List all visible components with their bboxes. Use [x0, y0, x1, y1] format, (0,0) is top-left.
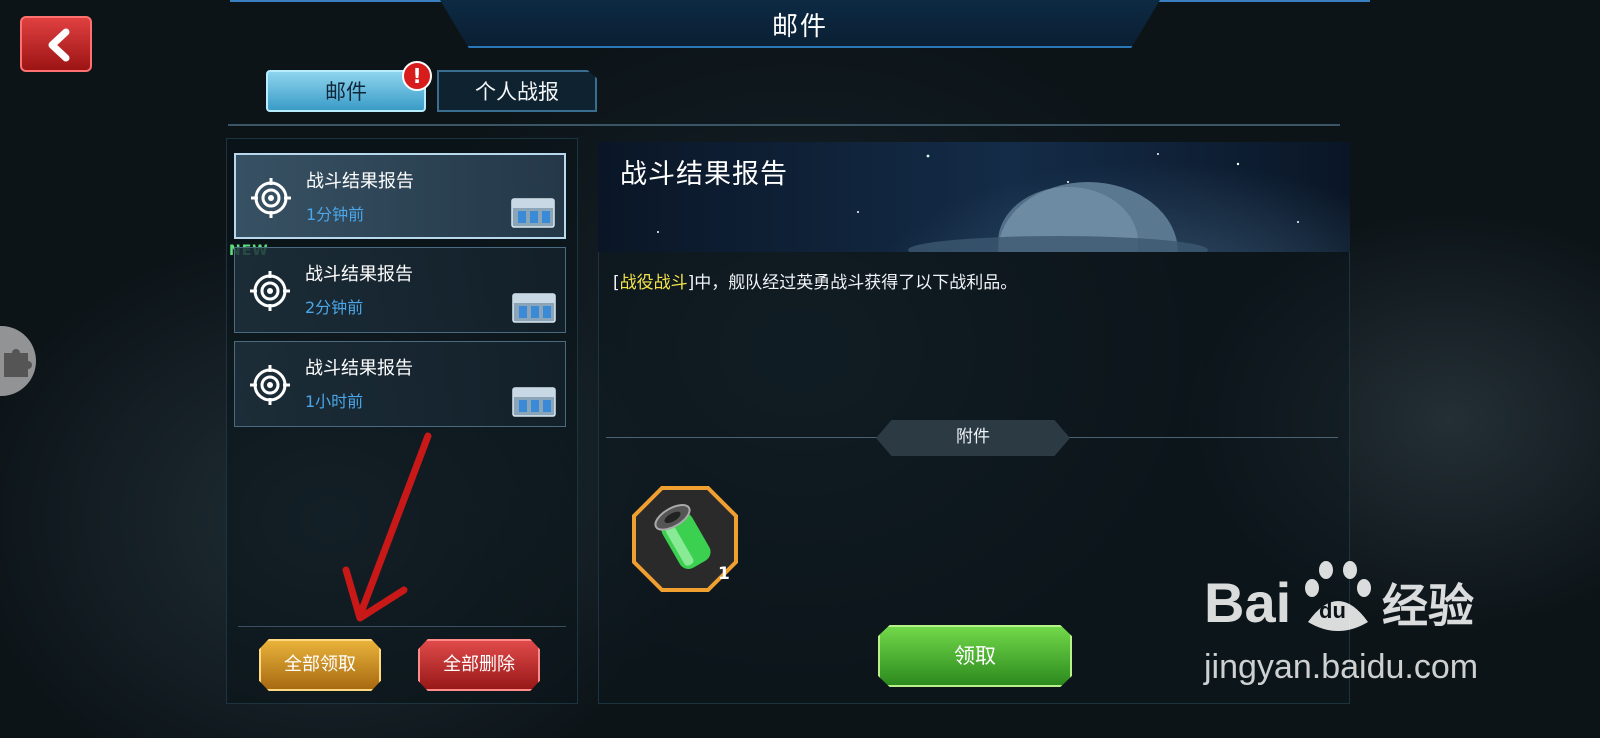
reward-count: 1	[718, 564, 730, 584]
side-floating-handle[interactable]	[0, 326, 36, 396]
mail-time: 2分钟前	[305, 298, 364, 317]
puzzle-icon	[4, 349, 32, 377]
svg-text:经验: 经验	[1382, 579, 1474, 633]
back-button[interactable]	[20, 16, 92, 72]
mail-time: 1分钟前	[306, 205, 365, 224]
alert-badge: !	[402, 61, 432, 91]
mail-time: 1小时前	[305, 392, 364, 411]
mail-body-text: [战役战斗]中，舰队经过英勇战斗获得了以下战利品。	[613, 268, 1017, 293]
detail-title: 战斗结果报告	[620, 159, 788, 190]
mail-title: 战斗结果报告	[305, 358, 413, 379]
mail-title: 战斗结果报告	[306, 171, 414, 192]
claim-all-button[interactable]: 全部领取	[259, 639, 381, 691]
svg-text:Bai: Bai	[1204, 571, 1291, 634]
mail-list-item[interactable]: 战斗结果报告 1分钟前	[234, 153, 566, 239]
mail-list-item[interactable]: 战斗结果报告 2分钟前	[234, 247, 566, 333]
delete-all-button[interactable]: 全部删除	[418, 639, 540, 691]
baidu-watermark-logo: Bai du 经验	[1204, 561, 1474, 634]
chevron-left-icon	[48, 28, 70, 62]
body-text: ]中，舰队经过英勇战斗获得了以下战利品。	[687, 273, 1018, 293]
tab-divider	[228, 124, 1340, 126]
svg-text:du: du	[1319, 598, 1346, 623]
chest-icon	[511, 198, 555, 228]
battle-type-highlight: 战役战斗	[619, 273, 688, 293]
attachment-label: 附件	[876, 420, 1070, 456]
chest-icon	[512, 387, 556, 417]
body-open-bracket: [	[613, 273, 620, 293]
target-icon	[250, 365, 290, 405]
target-icon	[250, 271, 290, 311]
target-icon	[251, 178, 291, 218]
mail-list-item[interactable]: 战斗结果报告 1小时前	[234, 341, 566, 427]
annotation-arrow-icon	[342, 432, 432, 622]
claim-button[interactable]: 领取	[878, 625, 1072, 687]
mail-title: 战斗结果报告	[305, 264, 413, 285]
tab-personal-report[interactable]: 个人战报	[437, 70, 597, 112]
watermark-url: jingyan.baidu.com	[1204, 648, 1479, 686]
page-title: 邮件	[771, 12, 828, 42]
chest-icon	[512, 293, 556, 323]
